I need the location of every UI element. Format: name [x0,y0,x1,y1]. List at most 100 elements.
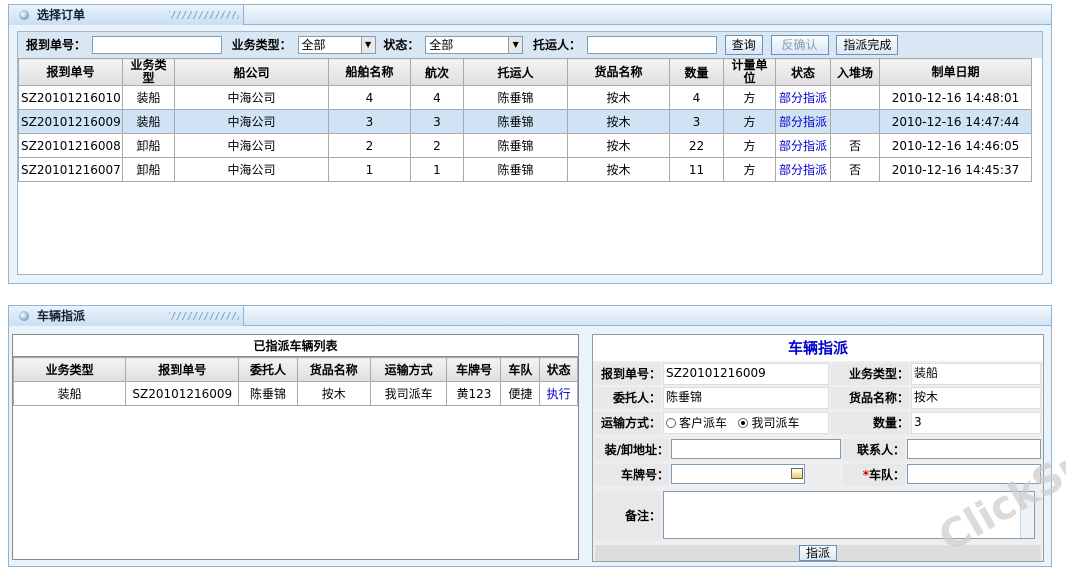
order-row[interactable]: SZ20101216010 装船 中海公司 4 4 陈垂锦 按木 4 方部分指派 2010-12-… [18,85,1032,110]
query-button[interactable]: 查询 [724,35,763,55]
column-header: 状态 [539,357,578,382]
panel-bullet-icon [19,311,29,321]
decorative-stripes [169,11,239,19]
table-cell: 陈垂锦 [463,133,568,158]
form-row-transport: 运输方式： 客户派车 我司派车 数量： 3 [595,412,1041,436]
table-cell: 1 [328,157,411,182]
order-table-header: 报到单号 业务类型 船公司 船舶名称 航次 托运人 货品名称 数量 计量单位 状态 入堆场 制单日期 [18,58,1032,86]
column-header: 运输方式 [369,357,448,382]
radio-company[interactable] [738,418,749,428]
table-cell: 装船 [122,85,175,110]
column-header: 计量单位 [723,58,776,86]
vehicle-table-header: 业务类型 报到单号 委托人 货品名称 运输方式 车牌号 车队 状态 [12,357,578,382]
order-table-container: 报到单号 业务类型 船公司 船舶名称 航次 托运人 货品名称 数量 计量单位 状态 入堆场 制单日期 … [18,58,1042,274]
decorative-stripes [169,312,239,320]
calendar-icon[interactable] [791,468,803,479]
table-cell: 装船 [12,381,127,406]
table-cell [830,109,880,134]
radio-customer-label: 客户派车 [679,416,728,430]
table-cell: 4 [669,85,724,110]
table-cell[interactable]: 部分指派 [775,109,831,134]
vehicle-row[interactable]: 装船 SZ20101216009 陈垂锦 按木 我司派车 黄123 便捷 执行 [12,381,578,406]
dropdown-arrow-icon[interactable]: ▼ [508,37,523,53]
table-cell: 2 [328,133,411,158]
unconfirm-button[interactable]: 反确认 [770,35,829,55]
column-header: 报到单号 [18,58,123,86]
plate-label: 车牌号： [595,464,669,486]
table-cell: 按木 [296,381,371,406]
goods-value: 按木 [911,387,1041,409]
dispatch-done-button[interactable]: 指派完成 [836,35,899,55]
column-header: 数量 [669,58,724,86]
table-cell: 否 [830,157,880,182]
table-cell: 2010-12-16 14:45:37 [879,157,1032,182]
shipper-input[interactable] [586,36,717,54]
table-cell: 3 [669,109,724,134]
table-cell: SZ20101216010 [18,85,123,110]
column-header: 车牌号 [446,357,502,382]
form-row-client: 委托人： 陈垂锦 货品名称： 按木 [595,387,1041,411]
radio-company-label: 我司派车 [751,416,800,430]
column-header: 报到单号 [125,357,240,382]
order-no-input[interactable] [91,36,222,54]
column-header: 入堆场 [830,58,880,86]
table-cell: 3 [410,109,464,134]
table-cell: 中海公司 [174,109,329,134]
table-cell: 方 [723,85,776,110]
address-input[interactable] [671,439,841,459]
table-cell: 按木 [567,85,670,110]
transport-options: 客户派车 我司派车 [663,412,829,434]
table-cell: 按木 [567,109,670,134]
dispatch-button[interactable]: 指派 [798,545,837,561]
fleet-label-text: 车队： [868,468,905,482]
column-header: 托运人 [463,58,568,86]
qty-value: 3 [911,412,1041,434]
order-row[interactable]: SZ20101216007 卸船 中海公司 1 1 陈垂锦 按木 11 方部分指派否 2010-1… [18,157,1032,182]
table-cell: SZ20101216009 [125,381,240,406]
column-header: 航次 [410,58,464,86]
biz-type-select[interactable]: 全部 ▼ [297,36,376,54]
goods-label: 货品名称： [831,387,909,409]
table-cell: 中海公司 [174,133,329,158]
column-header: 业务类型 [12,357,127,382]
radio-customer[interactable] [666,418,676,428]
column-header: 委托人 [238,357,298,382]
shipper-label: 托运人： [533,37,582,52]
status-value: 全部 [429,38,454,52]
table-cell: 否 [830,133,880,158]
column-header: 船舶名称 [328,58,411,86]
fleet-label: *车队： [843,464,905,486]
table-cell[interactable]: 部分指派 [775,133,831,158]
table-cell: 按木 [567,157,670,182]
table-cell: 2010-12-16 14:47:44 [879,109,1032,134]
table-cell[interactable]: 部分指派 [775,157,831,182]
dropdown-arrow-icon[interactable]: ▼ [360,37,375,53]
plate-input[interactable] [671,464,805,484]
table-cell: 方 [723,157,776,182]
order-row[interactable]: SZ20101216008 卸船 中海公司 2 2 陈垂锦 按木 22 方部分指派否 2010-1… [18,133,1032,158]
client-value: 陈垂锦 [663,387,829,409]
panel-header: 车辆指派 [9,306,1051,326]
filter-bar: 报到单号： 业务类型： 全部 ▼ 状态： 全部 ▼ 托运人： 查询 反确认 指派完成 [18,32,1042,56]
biz-type-label: 业务类型： [231,37,292,52]
form-title: 车辆指派 [593,335,1043,361]
order-row[interactable]: SZ20101216009 装船 中海公司 3 3 陈垂锦 按木 3 方部分指派 2010-12-… [18,109,1032,134]
table-cell[interactable]: 执行 [539,381,578,406]
biz-type-label: 业务类型： [831,363,909,385]
table-cell: 按木 [567,133,670,158]
contact-input[interactable] [907,439,1041,459]
table-cell: 2010-12-16 14:48:01 [879,85,1032,110]
column-header: 车队 [500,357,541,382]
table-cell: 陈垂锦 [463,109,568,134]
table-cell: 2 [410,133,464,158]
table-cell[interactable]: 部分指派 [775,85,831,110]
table-cell: 陈垂锦 [463,157,568,182]
list-title: 已指派车辆列表 [13,335,578,357]
column-header: 货品名称 [567,58,670,86]
table-cell: 4 [328,85,411,110]
column-header: 船公司 [174,58,329,86]
order-table-body: SZ20101216010 装船 中海公司 4 4 陈垂锦 按木 4 方部分指派 2010-12-… [18,85,1032,182]
contact-label: 联系人： [843,439,905,461]
form-row-order: 报到单号： SZ20101216009 业务类型： 装船 [595,363,1041,387]
status-select[interactable]: 全部 ▼ [425,36,524,54]
